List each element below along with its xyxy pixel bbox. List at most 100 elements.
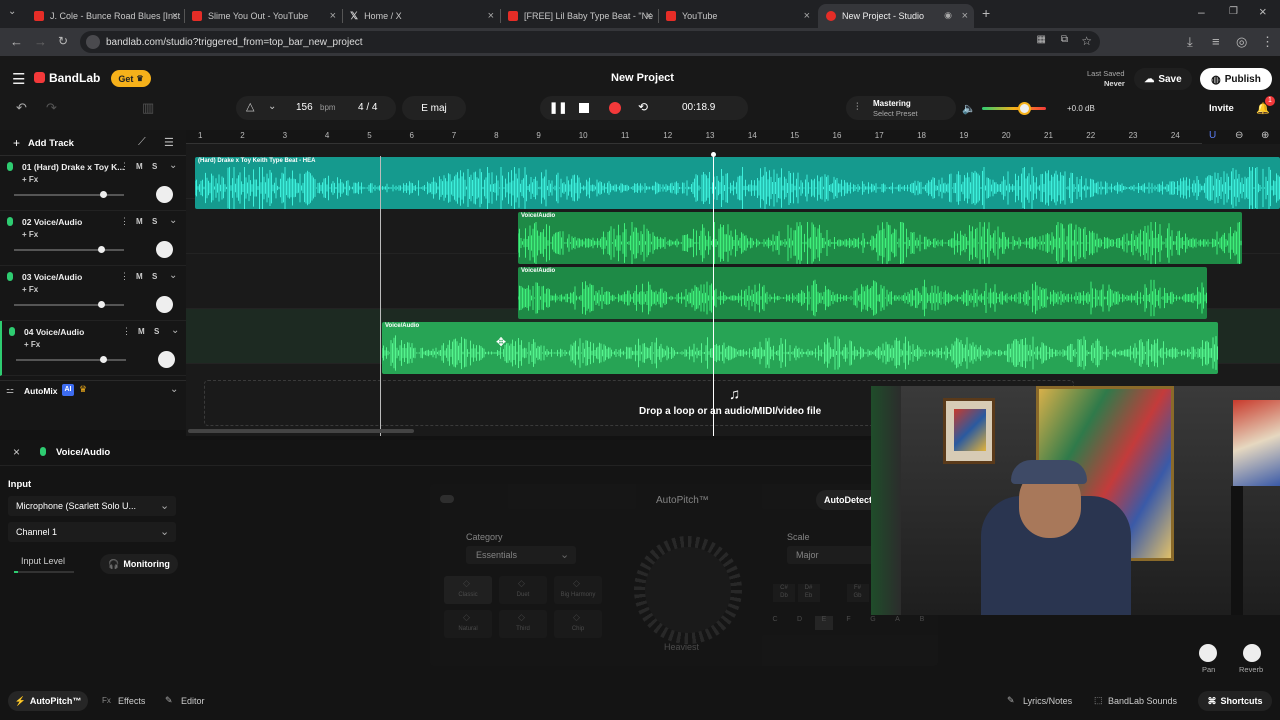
autopitch-toggle[interactable] <box>440 495 454 503</box>
window-close-icon[interactable]: × <box>1259 4 1267 19</box>
track-volume-slider[interactable] <box>14 191 124 198</box>
preset-chip[interactable]: ◇ Chip <box>554 610 602 638</box>
key-selector[interactable]: E maj <box>402 96 466 120</box>
time-signature[interactable]: 4 / 4 <box>358 102 377 113</box>
track-header-1[interactable]: 01 (Hard) Drake x Toy K... + Fx ⋮ M S ⌄ <box>0 156 186 211</box>
scale-note[interactable]: B <box>913 616 931 630</box>
bandlab-logo[interactable]: BandLab <box>49 71 100 85</box>
track-volume-slider[interactable] <box>16 356 126 363</box>
autopitch-knob[interactable] <box>645 547 731 633</box>
chevron-down-icon[interactable]: ⌄ <box>169 215 177 226</box>
mute-button[interactable]: M <box>136 217 143 226</box>
add-fx-button[interactable]: + Fx <box>22 230 38 239</box>
track-volume-slider[interactable] <box>14 301 124 308</box>
volume-handle[interactable] <box>100 356 107 363</box>
get-membership-button[interactable]: Get ♛ <box>111 70 151 87</box>
volume-handle[interactable] <box>98 246 105 253</box>
speaker-icon[interactable]: 🔈 <box>962 102 976 115</box>
loop-icon[interactable]: ⟲ <box>638 100 648 114</box>
bookmark-star-icon[interactable]: ☆ <box>1081 34 1092 48</box>
add-fx-button[interactable]: + Fx <box>22 175 38 184</box>
magic-wand-icon[interactable]: ⟋ <box>138 136 146 149</box>
solo-button[interactable]: S <box>152 217 157 226</box>
tab-autopitch[interactable]: ⚡ AutoPitch™ <box>8 691 88 711</box>
preset-third[interactable]: ◇ Third <box>499 610 547 638</box>
input-device-select[interactable]: Microphone (Scarlett Solo U... ⌄ <box>8 496 176 516</box>
track-settings-icon[interactable]: ☰ <box>164 136 174 149</box>
maximize-icon[interactable]: ❐ <box>1229 6 1238 17</box>
zoom-out-icon[interactable]: ⊖ <box>1235 130 1243 141</box>
volume-handle[interactable] <box>1018 102 1031 115</box>
invite-button[interactable]: Invite <box>1209 103 1234 114</box>
browser-tab-2[interactable]: Slime You Out - YouTube × <box>184 4 342 28</box>
tab-list-icon[interactable]: ⌄ <box>8 6 16 17</box>
chevron-down-icon[interactable]: ⌄ <box>170 384 178 395</box>
track-options-icon[interactable]: ⋮ <box>122 326 131 337</box>
add-track-button[interactable]: Add Track <box>28 138 74 149</box>
undo-icon[interactable]: ↶ <box>16 100 27 116</box>
chevron-down-icon[interactable]: ⌄ <box>268 101 276 112</box>
master-volume-slider[interactable] <box>982 102 1046 115</box>
record-icon[interactable] <box>609 102 621 114</box>
preset-natural[interactable]: ◇ Natural <box>444 610 492 638</box>
scale-select[interactable]: Major <box>787 546 877 564</box>
browser-tab-5[interactable]: YouTube × <box>658 4 816 28</box>
audio-clip-voice-3[interactable]: Voice/Audio <box>518 267 1207 319</box>
autodetect-button[interactable]: AutoDetect <box>816 490 878 510</box>
track-name[interactable]: 01 (Hard) Drake x Toy K... <box>22 162 124 172</box>
magnet-icon[interactable]: U <box>1209 130 1216 141</box>
stop-icon[interactable] <box>579 103 589 113</box>
browser-tab-6[interactable]: New Project - Studio ◉ × <box>818 4 974 28</box>
scale-note[interactable]: G <box>864 616 882 630</box>
automix-row[interactable]: ⚍ AutoMix AI ♛ ⌄ <box>0 380 186 400</box>
horizontal-scrollbar[interactable] <box>188 429 414 433</box>
save-button[interactable]: ☁ Save <box>1134 68 1192 90</box>
reverb-knob[interactable] <box>1243 644 1261 662</box>
scale-note[interactable]: D <box>791 616 809 630</box>
audio-clip-beat[interactable]: (Hard) Drake x Toy Keith Type Beat - HEA <box>195 157 1280 209</box>
track-pan-knob[interactable] <box>156 296 173 313</box>
preset-big-harmony[interactable]: ◇ Big Harmony <box>554 576 602 604</box>
track-options-icon[interactable]: ⋮ <box>120 216 129 227</box>
browser-menu-icon[interactable]: ⋮ <box>1261 34 1274 50</box>
track-pan-knob[interactable] <box>156 241 173 258</box>
browser-tab-1[interactable]: J. Cole - Bunce Road Blues [Inst × <box>26 4 184 28</box>
preset-classic[interactable]: ◇ Classic <box>444 576 492 604</box>
tempo-control[interactable]: △ ⌄ 156 bpm 4 / 4 <box>236 96 396 120</box>
back-icon[interactable]: ← <box>10 34 23 49</box>
track-header-2[interactable]: 02 Voice/Audio + Fx ⋮ M S ⌄ <box>0 211 186 266</box>
volume-handle[interactable] <box>100 191 108 198</box>
loop-marker[interactable] <box>380 156 381 436</box>
bandlab-sounds-button[interactable]: BandLab Sounds <box>1108 696 1177 706</box>
zoom-in-icon[interactable]: ⊕ <box>1261 130 1269 141</box>
close-icon[interactable]: × <box>488 10 494 22</box>
playhead-handle[interactable] <box>711 152 716 157</box>
shortcuts-button[interactable]: ⌘ Shortcuts <box>1198 691 1272 711</box>
tab-editor[interactable]: Editor <box>181 696 205 706</box>
mute-button[interactable]: M <box>138 327 145 336</box>
close-icon[interactable]: × <box>330 10 336 22</box>
audio-clip-voice-4[interactable]: Voice/Audio <box>382 322 1218 374</box>
metronome-icon[interactable]: △ <box>246 100 254 113</box>
chevron-down-icon[interactable]: ⌄ <box>171 325 179 336</box>
new-tab-icon[interactable]: + <box>982 5 990 21</box>
solo-button[interactable]: S <box>152 272 157 281</box>
project-title[interactable]: New Project <box>611 72 674 84</box>
close-icon[interactable]: × <box>646 10 652 22</box>
scale-note[interactable]: F <box>840 616 858 630</box>
url-input[interactable]: bandlab.com/studio?triggered_from=top_ba… <box>80 31 1100 53</box>
lyrics-notes-button[interactable]: Lyrics/Notes <box>1023 696 1072 706</box>
forward-icon[interactable]: → <box>34 34 47 49</box>
share-icon[interactable]: ⧉ <box>1061 34 1068 45</box>
mastering-button[interactable]: ⫶ Mastering Select Preset <box>846 96 956 120</box>
scale-note[interactable]: E <box>815 616 833 630</box>
track-options-icon[interactable]: ⋮ <box>120 271 129 282</box>
download-icon[interactable]: ⤓ <box>1187 34 1193 50</box>
browser-tab-4[interactable]: [FREE] Lil Baby Type Beat - "Ne × <box>500 4 658 28</box>
publish-button[interactable]: ◍ Publish <box>1200 68 1272 90</box>
preset-duet[interactable]: ◇ Duet <box>499 576 547 604</box>
mute-button[interactable]: M <box>136 272 143 281</box>
track-options-icon[interactable]: ⋮ <box>120 161 129 172</box>
audio-clip-voice-2[interactable]: Voice/Audio <box>518 212 1242 264</box>
minimize-icon[interactable]: – <box>1198 5 1205 19</box>
